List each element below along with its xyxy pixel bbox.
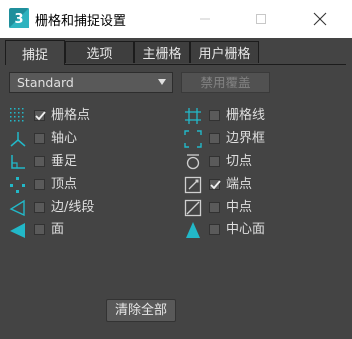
center-face-icon [186, 222, 200, 238]
center-face-checkbox[interactable] [209, 224, 220, 235]
bounding-box-icon [184, 130, 202, 148]
grid-lines-checkbox[interactable] [209, 110, 220, 121]
minimize-button[interactable] [182, 0, 228, 38]
tangent-checkbox[interactable] [209, 156, 220, 167]
snap-option-perpendicular[interactable]: 垂足 [9, 153, 159, 171]
grid-points-label: 栅格点 [51, 108, 91, 123]
tab-user-grids[interactable]: 用户栅格 [190, 41, 259, 63]
tab-options[interactable]: 选项 [65, 41, 134, 63]
vertex-icon [10, 177, 25, 193]
snap-option-vertex[interactable]: 顶点 [9, 176, 159, 194]
midpoint-checkbox[interactable] [209, 202, 220, 213]
snap-option-grid-points[interactable]: 栅格点 [9, 107, 159, 125]
perpendicular-label: 垂足 [51, 154, 78, 169]
snap-option-edge-segment[interactable]: 边/线段 [9, 199, 159, 217]
vertex-label: 顶点 [51, 177, 78, 192]
minimize-icon [200, 18, 210, 20]
center-face-label: 中心面 [226, 222, 266, 237]
snap-option-midpoint[interactable]: 中点 [184, 199, 334, 217]
disable-override-button[interactable]: 禁用覆盖 [181, 72, 270, 93]
close-button[interactable] [297, 0, 343, 38]
vertex-checkbox[interactable] [34, 179, 45, 190]
checkmark-icon [210, 180, 221, 190]
clear-all-button[interactable]: 清除全部 [106, 299, 176, 322]
svg-text:3: 3 [14, 12, 23, 27]
chevron-down-icon [158, 79, 166, 85]
snap-option-center-face[interactable]: 中心面 [184, 221, 334, 239]
face-icon [10, 223, 25, 238]
app-logo-icon: 3 [9, 8, 29, 28]
maximize-button[interactable] [238, 0, 284, 38]
close-icon [313, 12, 327, 26]
edge-segment-label: 边/线段 [51, 200, 95, 215]
tangent-label: 切点 [226, 154, 253, 169]
snap-option-endpoint[interactable]: 端点 [184, 176, 334, 194]
endpoint-label: 端点 [226, 177, 253, 192]
face-label: 面 [51, 222, 65, 237]
tab-home-grid[interactable]: 主栅格 [134, 41, 190, 63]
grid-points-checkbox[interactable] [34, 110, 46, 121]
snap-type-dropdown[interactable]: Standard [9, 72, 173, 93]
midpoint-icon [184, 199, 202, 217]
grid-lines-icon [185, 108, 201, 124]
tangent-icon [186, 154, 200, 170]
edge-segment-icon [9, 199, 25, 217]
bounding-box-label: 边界框 [226, 131, 266, 146]
endpoint-icon [184, 176, 202, 194]
snap-option-bounding-box[interactable]: 边界框 [184, 130, 334, 148]
snap-option-tangent[interactable]: 切点 [184, 153, 334, 171]
face-checkbox[interactable] [34, 224, 45, 235]
pivot-label: 轴心 [51, 131, 78, 146]
dropdown-value: Standard [17, 75, 74, 90]
window-title: 栅格和捕捉设置 [35, 14, 127, 29]
perpendicular-icon [11, 155, 25, 169]
title-bar: 3 栅格和捕捉设置 [0, 0, 352, 38]
midpoint-label: 中点 [226, 200, 253, 215]
checkmark-icon [35, 111, 46, 121]
perpendicular-checkbox[interactable] [34, 156, 45, 167]
bounding-box-checkbox[interactable] [209, 133, 220, 144]
tab-snaps[interactable]: 捕捉 [5, 40, 65, 65]
grid-points-icon [10, 108, 24, 122]
snap-option-pivot[interactable]: 轴心 [9, 130, 159, 148]
maximize-icon [256, 14, 266, 24]
endpoint-checkbox[interactable] [209, 179, 221, 190]
grid-lines-label: 栅格线 [226, 108, 266, 123]
pivot-checkbox[interactable] [34, 133, 45, 144]
edge-segment-checkbox[interactable] [34, 202, 45, 213]
pivot-icon [10, 132, 26, 147]
snap-option-grid-lines[interactable]: 栅格线 [184, 107, 334, 125]
snap-option-face[interactable]: 面 [9, 221, 159, 239]
